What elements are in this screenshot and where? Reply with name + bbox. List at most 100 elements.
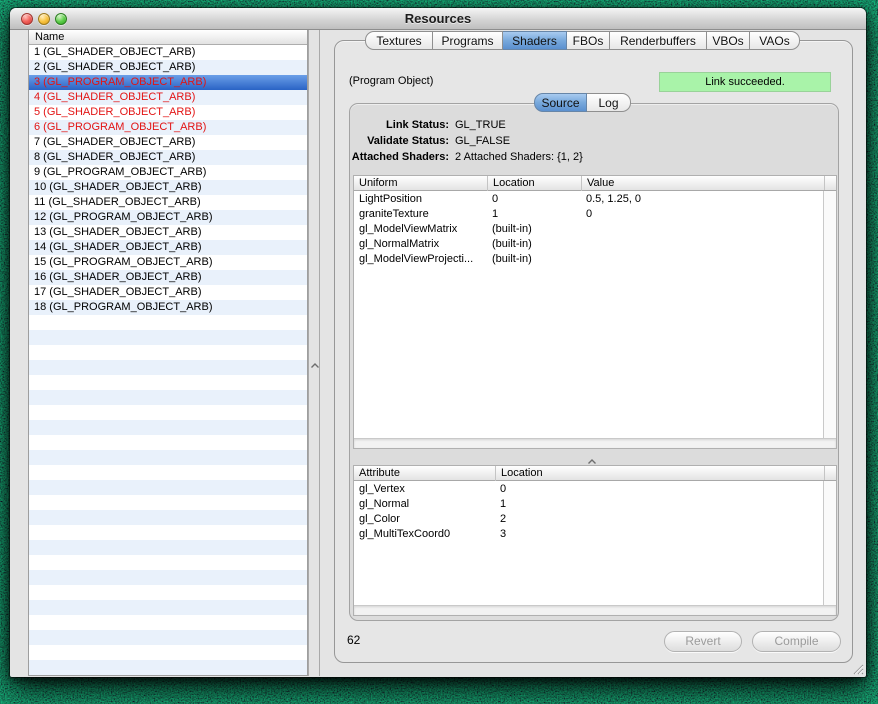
column-header-attribute[interactable]: Attribute bbox=[354, 466, 495, 481]
table-cell: 0 bbox=[581, 207, 592, 222]
list-item[interactable]: 10 (GL_SHADER_OBJECT_ARB) bbox=[29, 180, 307, 195]
list-item[interactable]: 1 (GL_SHADER_OBJECT_ARB) bbox=[29, 45, 307, 60]
tab-vaos[interactable]: VAOs bbox=[750, 31, 800, 50]
titlebar[interactable]: Resources bbox=[10, 8, 866, 30]
close-button[interactable] bbox=[21, 13, 33, 25]
status-field-value: GL_FALSE bbox=[455, 133, 510, 149]
name-column-header[interactable]: Name bbox=[29, 30, 307, 45]
list-item[interactable]: 15 (GL_PROGRAM_OBJECT_ARB) bbox=[29, 255, 307, 270]
window-title: Resources bbox=[10, 8, 866, 30]
status-field-value: 2 Attached Shaders: {1, 2} bbox=[455, 149, 583, 165]
list-item[interactable]: 6 (GL_PROGRAM_OBJECT_ARB) bbox=[29, 120, 307, 135]
list-item-label: 4 (GL_SHADER_OBJECT_ARB) bbox=[29, 90, 307, 105]
table-cell: (built-in) bbox=[487, 222, 532, 237]
table-cell: 3 bbox=[495, 527, 506, 542]
table-cell: (built-in) bbox=[487, 237, 532, 252]
tab-shaders[interactable]: Shaders bbox=[503, 31, 567, 50]
tab-programs[interactable]: Programs bbox=[433, 31, 503, 50]
list-item-label: 14 (GL_SHADER_OBJECT_ARB) bbox=[29, 240, 307, 255]
list-item[interactable]: 13 (GL_SHADER_OBJECT_ARB) bbox=[29, 225, 307, 240]
list-item-label: 9 (GL_PROGRAM_OBJECT_ARB) bbox=[29, 165, 307, 180]
tab-fbos[interactable]: FBOs bbox=[567, 31, 610, 50]
table-cell: gl_ModelViewProjecti... bbox=[354, 252, 473, 267]
table-cell: 1 bbox=[495, 497, 506, 512]
attribute-table: AttributeLocation gl_Vertex0gl_Normal1gl… bbox=[353, 465, 837, 616]
list-item[interactable]: 7 (GL_SHADER_OBJECT_ARB) bbox=[29, 135, 307, 150]
table-row[interactable]: graniteTexture10 bbox=[354, 207, 823, 222]
list-stripe bbox=[29, 360, 307, 375]
tab-renderbuffers[interactable]: Renderbuffers bbox=[610, 31, 707, 50]
status-field-label: Validate Status: bbox=[350, 133, 449, 149]
vertical-scrollbar[interactable] bbox=[823, 481, 836, 605]
table-cell: 0 bbox=[495, 482, 506, 497]
vertical-scrollbar[interactable] bbox=[823, 191, 836, 438]
list-stripe bbox=[29, 450, 307, 465]
list-item-label: 1 (GL_SHADER_OBJECT_ARB) bbox=[29, 45, 307, 60]
list-item[interactable]: 5 (GL_SHADER_OBJECT_ARB) bbox=[29, 105, 307, 120]
table-row[interactable]: gl_NormalMatrix (built-in) bbox=[354, 237, 823, 252]
zoom-button[interactable] bbox=[55, 13, 67, 25]
column-header-uniform[interactable]: Uniform bbox=[354, 176, 487, 191]
list-item-label: 2 (GL_SHADER_OBJECT_ARB) bbox=[29, 60, 307, 75]
list-stripe bbox=[29, 570, 307, 585]
minimize-button[interactable] bbox=[38, 13, 50, 25]
resource-tabs: TexturesProgramsShadersFBOsRenderbuffers… bbox=[365, 31, 800, 50]
subtab-log[interactable]: Log bbox=[587, 93, 631, 112]
list-item-label: 16 (GL_SHADER_OBJECT_ARB) bbox=[29, 270, 307, 285]
table-cell: 0 bbox=[487, 192, 498, 207]
list-stripe bbox=[29, 345, 307, 360]
attribute-table-body: gl_Vertex 0 gl_Normal 1gl_Color2gl_MultiTex… bbox=[354, 482, 823, 605]
column-header-location[interactable]: Location bbox=[487, 176, 581, 191]
table-cell: gl_Vertex bbox=[354, 482, 405, 497]
list-item[interactable]: 11 (GL_SHADER_OBJECT_ARB) bbox=[29, 195, 307, 210]
table-row[interactable]: LightPosition00.5, 1.25, 0 bbox=[354, 192, 823, 207]
table-row[interactable]: gl_Color2 bbox=[354, 512, 823, 527]
resize-grip[interactable] bbox=[851, 662, 864, 675]
list-item[interactable]: 3 (GL_PROGRAM_OBJECT_ARB) bbox=[29, 75, 307, 90]
list-item-label: 3 (GL_PROGRAM_OBJECT_ARB) bbox=[29, 75, 307, 90]
list-stripe bbox=[29, 390, 307, 405]
vertical-splitter[interactable] bbox=[308, 30, 320, 676]
table-row[interactable]: gl_Normal 1 bbox=[354, 497, 823, 512]
list-item[interactable]: 14 (GL_SHADER_OBJECT_ARB) bbox=[29, 240, 307, 255]
list-item[interactable]: 12 (GL_PROGRAM_OBJECT_ARB) bbox=[29, 210, 307, 225]
table-splitter[interactable] bbox=[584, 452, 600, 462]
list-item-label: 11 (GL_SHADER_OBJECT_ARB) bbox=[29, 195, 307, 210]
horizontal-scrollbar[interactable] bbox=[354, 605, 836, 615]
column-header-value[interactable]: Value bbox=[581, 176, 825, 191]
compile-button[interactable]: Compile bbox=[752, 631, 841, 652]
subtab-source[interactable]: Source bbox=[534, 93, 587, 112]
list-item[interactable]: 17 (GL_SHADER_OBJECT_ARB) bbox=[29, 285, 307, 300]
table-cell: graniteTexture bbox=[354, 207, 429, 222]
list-item[interactable]: 9 (GL_PROGRAM_OBJECT_ARB) bbox=[29, 165, 307, 180]
table-row[interactable]: gl_ModelViewMatrix (built-in) bbox=[354, 222, 823, 237]
table-cell: gl_Normal bbox=[354, 497, 409, 512]
table-cell: gl_ModelViewMatrix bbox=[354, 222, 457, 237]
table-cell: gl_NormalMatrix bbox=[354, 237, 439, 252]
list-item-label: 15 (GL_PROGRAM_OBJECT_ARB) bbox=[29, 255, 307, 270]
table-row[interactable]: gl_MultiTexCoord03 bbox=[354, 527, 823, 542]
list-item-label: 5 (GL_SHADER_OBJECT_ARB) bbox=[29, 105, 307, 120]
shaders-panel: (Program Object) Link succeeded. SourceL… bbox=[334, 40, 853, 663]
resource-list: Name 1 (GL_SHADER_OBJECT_ARB)2 (GL_SHADE… bbox=[28, 30, 308, 676]
list-item-label: 12 (GL_PROGRAM_OBJECT_ARB) bbox=[29, 210, 307, 225]
revert-button[interactable]: Revert bbox=[664, 631, 742, 652]
table-cell: 2 bbox=[495, 512, 506, 527]
desktop: Resources Name 1 (GL_SHADER_OBJECT_ARB)2… bbox=[0, 0, 878, 704]
horizontal-scrollbar[interactable] bbox=[354, 438, 836, 448]
list-item[interactable]: 2 (GL_SHADER_OBJECT_ARB) bbox=[29, 60, 307, 75]
list-stripe bbox=[29, 510, 307, 525]
resources-window: Resources Name 1 (GL_SHADER_OBJECT_ARB)2… bbox=[10, 8, 866, 677]
tab-vbos[interactable]: VBOs bbox=[707, 31, 750, 50]
table-row[interactable]: gl_ModelViewProjecti...(built-in) bbox=[354, 252, 823, 267]
list-item[interactable]: 16 (GL_SHADER_OBJECT_ARB) bbox=[29, 270, 307, 285]
list-stripe bbox=[29, 375, 307, 390]
table-cell: LightPosition bbox=[354, 192, 422, 207]
tab-textures[interactable]: Textures bbox=[365, 31, 433, 50]
status-field-label: Link Status: bbox=[350, 117, 449, 133]
list-item[interactable]: 18 (GL_PROGRAM_OBJECT_ARB) bbox=[29, 300, 307, 315]
list-item[interactable]: 4 (GL_SHADER_OBJECT_ARB) bbox=[29, 90, 307, 105]
table-row[interactable]: gl_Vertex 0 bbox=[354, 482, 823, 497]
column-header-location[interactable]: Location bbox=[495, 466, 825, 481]
list-item[interactable]: 8 (GL_SHADER_OBJECT_ARB) bbox=[29, 150, 307, 165]
